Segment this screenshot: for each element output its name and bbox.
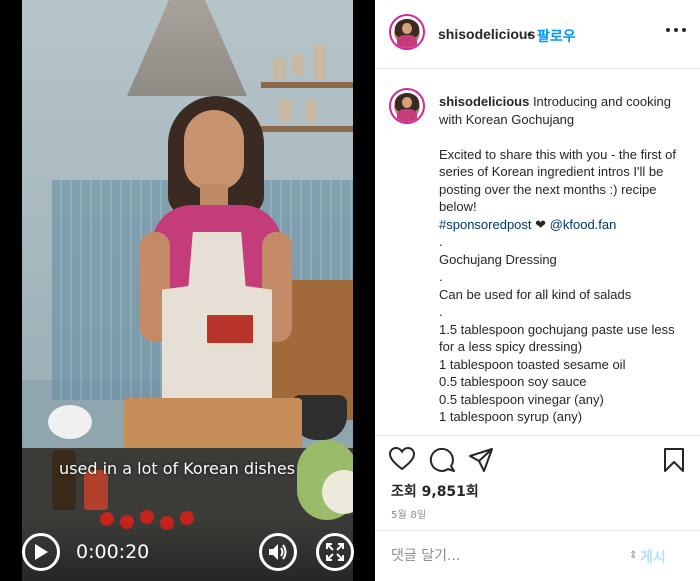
avatar-body	[397, 108, 417, 122]
post-caption: shisodelicious Introducing and cooking w…	[439, 93, 689, 426]
caption-line: .	[439, 269, 443, 284]
video-caption: used in a lot of Korean dishes	[59, 459, 296, 478]
volume-button[interactable]	[259, 533, 297, 571]
video-scene-jar	[274, 58, 286, 80]
view-count[interactable]: 조회 9,851회	[391, 481, 479, 501]
post-header: shisodelicious • 팔로우	[375, 0, 700, 69]
video-scene-jar	[314, 46, 326, 80]
header-separator: •	[527, 26, 532, 42]
comment-button[interactable]	[429, 447, 457, 475]
avatar-body	[397, 34, 417, 48]
video-controls: 0:00:20	[22, 521, 354, 581]
share-button[interactable]	[468, 447, 496, 475]
caption-line: 0.5 tablespoon vinegar (any)	[439, 391, 604, 407]
fullscreen-button[interactable]	[316, 533, 354, 571]
avatar[interactable]	[389, 88, 425, 124]
comment-icon	[429, 447, 455, 472]
video-pane: used in a lot of Korean dishes 0:00:20	[0, 0, 375, 581]
post-date[interactable]: 5월 8일	[391, 506, 426, 521]
avatar-face	[402, 97, 412, 108]
caption-line: Gochujang Dressing	[439, 251, 557, 267]
scroll-arrows-icon: ⇕	[629, 550, 638, 561]
speaker-icon	[269, 544, 287, 560]
caption-line: 1 tablespoon toasted sesame oil	[439, 356, 626, 372]
avatar-face	[402, 23, 412, 34]
caption-line: 1.5 tablespoon gochujang paste use less …	[439, 321, 675, 355]
caption-username[interactable]: shisodelicious	[439, 94, 529, 109]
follow-button[interactable]: 팔로우	[537, 26, 576, 46]
header-username[interactable]: shisodelicious	[438, 26, 535, 42]
video-scene-gochujang-package	[205, 313, 255, 345]
share-icon	[469, 448, 493, 472]
heart-icon	[388, 446, 416, 471]
mention-link[interactable]: @kfood.fan	[550, 217, 617, 232]
more-icon[interactable]	[665, 22, 689, 42]
video-scene-cutting-board	[124, 398, 302, 452]
post-caption-area[interactable]: shisodelicious Introducing and cooking w…	[375, 70, 700, 436]
caption-line: Excited to share this with you - the fir…	[439, 146, 676, 215]
post-panel: shisodelicious • 팔로우 shisodelicious Intr…	[375, 0, 700, 581]
caption-line: 0.5 tablespoon soy sauce	[439, 374, 587, 389]
caption-line: .	[439, 304, 443, 319]
save-button[interactable]	[663, 447, 691, 475]
caption-line: 1 tablespoon syrup (any)	[439, 409, 583, 424]
avatar[interactable]	[389, 14, 425, 50]
video-scene-jar	[292, 54, 304, 76]
heart-emoji: ❤	[535, 216, 547, 232]
play-button[interactable]	[22, 533, 60, 571]
comment-input[interactable]	[391, 545, 631, 567]
caption-line: Can be used for all kind of salads	[439, 286, 632, 302]
video-scene-shelf	[261, 126, 353, 132]
more-icon	[666, 28, 686, 32]
video-frame[interactable]	[22, 0, 353, 581]
video-scene-pot	[48, 405, 92, 439]
video-scene-shelf	[261, 82, 353, 88]
fullscreen-icon	[326, 543, 344, 561]
video-time: 0:00:20	[76, 541, 150, 563]
play-icon	[35, 544, 48, 560]
comment-bar: ⇕ 게시	[375, 530, 700, 581]
video-scene-jar	[306, 100, 318, 122]
video-scene-person-face	[184, 110, 244, 190]
video-scene-jar	[280, 100, 292, 122]
hashtag-link[interactable]: #sponsoredpost	[439, 217, 532, 232]
bookmark-icon	[664, 448, 684, 472]
post-comment-button[interactable]: 게시	[640, 547, 666, 567]
post-actions	[375, 437, 700, 483]
like-button[interactable]	[388, 446, 417, 475]
caption-line: .	[439, 234, 443, 249]
